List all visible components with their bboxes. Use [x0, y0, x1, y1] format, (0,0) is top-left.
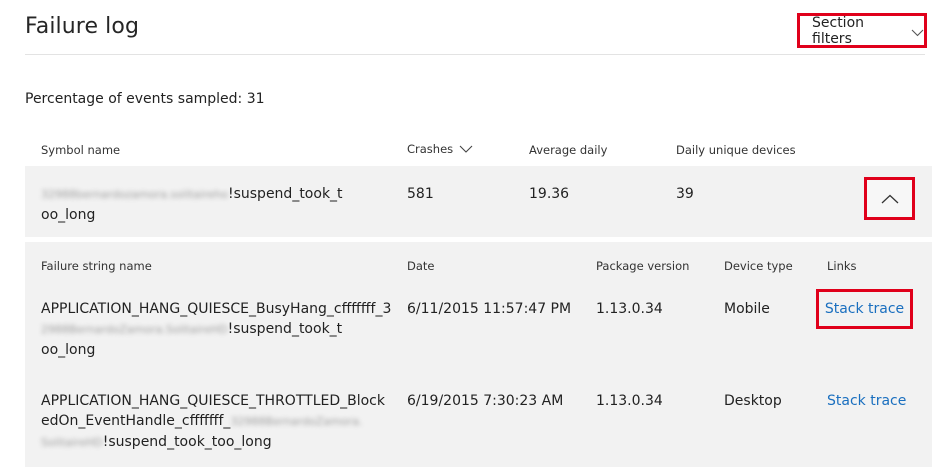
- collapse-row-button[interactable]: [864, 177, 915, 220]
- failure-string-part: APPLICATION_HANG_QUIESCE_THROTTLED_Block: [41, 393, 385, 409]
- stack-trace-link-highlight: Stack trace: [816, 289, 913, 329]
- device-type-value: Mobile: [724, 301, 770, 317]
- sample-percentage-text: Percentage of events sampled: 31: [25, 91, 265, 107]
- column-header-symbol-name: Symbol name: [41, 143, 121, 157]
- column-header-average-daily: Average daily: [529, 143, 608, 157]
- column-header-package-version: Package version: [596, 259, 690, 273]
- date-value: 6/19/2015 7:30:23 AM: [407, 393, 564, 409]
- column-header-crashes[interactable]: Crashes: [407, 142, 473, 156]
- package-version-value: 1.13.0.34: [596, 393, 663, 409]
- failure-string-part: APPLICATION_HANG_QUIESCE_BusyHang_cfffff…: [41, 301, 392, 317]
- crashes-value: 581: [407, 186, 434, 202]
- package-version-value: 1.13.0.34: [596, 301, 663, 317]
- daily-unique-devices-value: 39: [676, 186, 694, 202]
- page-title: Failure log: [25, 14, 140, 39]
- device-type-value: Desktop: [724, 393, 782, 409]
- redacted-text: 32988BernardoZamora.: [230, 415, 363, 428]
- symbol-name-cell: 32988bernardozamora.solitaireho!suspend_…: [41, 184, 381, 225]
- column-header-links: Links: [827, 259, 857, 273]
- title-divider: [25, 54, 925, 55]
- symbol-name-part: !suspend_took_t: [227, 186, 343, 202]
- failure-string-part: !suspend_took_too_long: [102, 434, 272, 450]
- chevron-down-icon: [911, 25, 924, 41]
- column-header-device-type: Device type: [724, 259, 793, 273]
- section-filters-button[interactable]: Section filters: [797, 13, 927, 48]
- section-filters-label: Section filters: [812, 14, 865, 47]
- failure-string-part: !suspend_took_t: [227, 321, 343, 337]
- stack-trace-link[interactable]: Stack trace: [827, 391, 906, 411]
- failure-string-part: edOn_EventHandle_cfffffff_: [41, 413, 231, 429]
- chevron-down-icon: [459, 145, 473, 153]
- failure-string-cell: APPLICATION_HANG_QUIESCE_BusyHang_cfffff…: [41, 299, 391, 360]
- chevron-up-icon: [881, 194, 898, 203]
- symbol-name-part: oo_long: [41, 207, 96, 223]
- column-header-daily-unique-devices: Daily unique devices: [676, 143, 796, 157]
- redacted-text: SolitaireHD: [41, 436, 103, 449]
- failure-string-part: oo_long: [41, 342, 96, 358]
- failure-string-cell: APPLICATION_HANG_QUIESCE_THROTTLED_Block…: [41, 391, 391, 453]
- column-header-failure-string: Failure string name: [41, 259, 152, 273]
- redacted-text: 32988bernardozamora.solitaireho: [41, 188, 228, 201]
- date-value: 6/11/2015 11:57:47 PM: [407, 301, 572, 317]
- redacted-text: 2988BernardoZamora.SolitaireHD: [41, 323, 228, 336]
- column-header-date: Date: [407, 259, 435, 273]
- crashes-header-label: Crashes: [407, 142, 454, 156]
- average-daily-value: 19.36: [529, 186, 570, 202]
- stack-trace-link[interactable]: Stack trace: [825, 301, 904, 317]
